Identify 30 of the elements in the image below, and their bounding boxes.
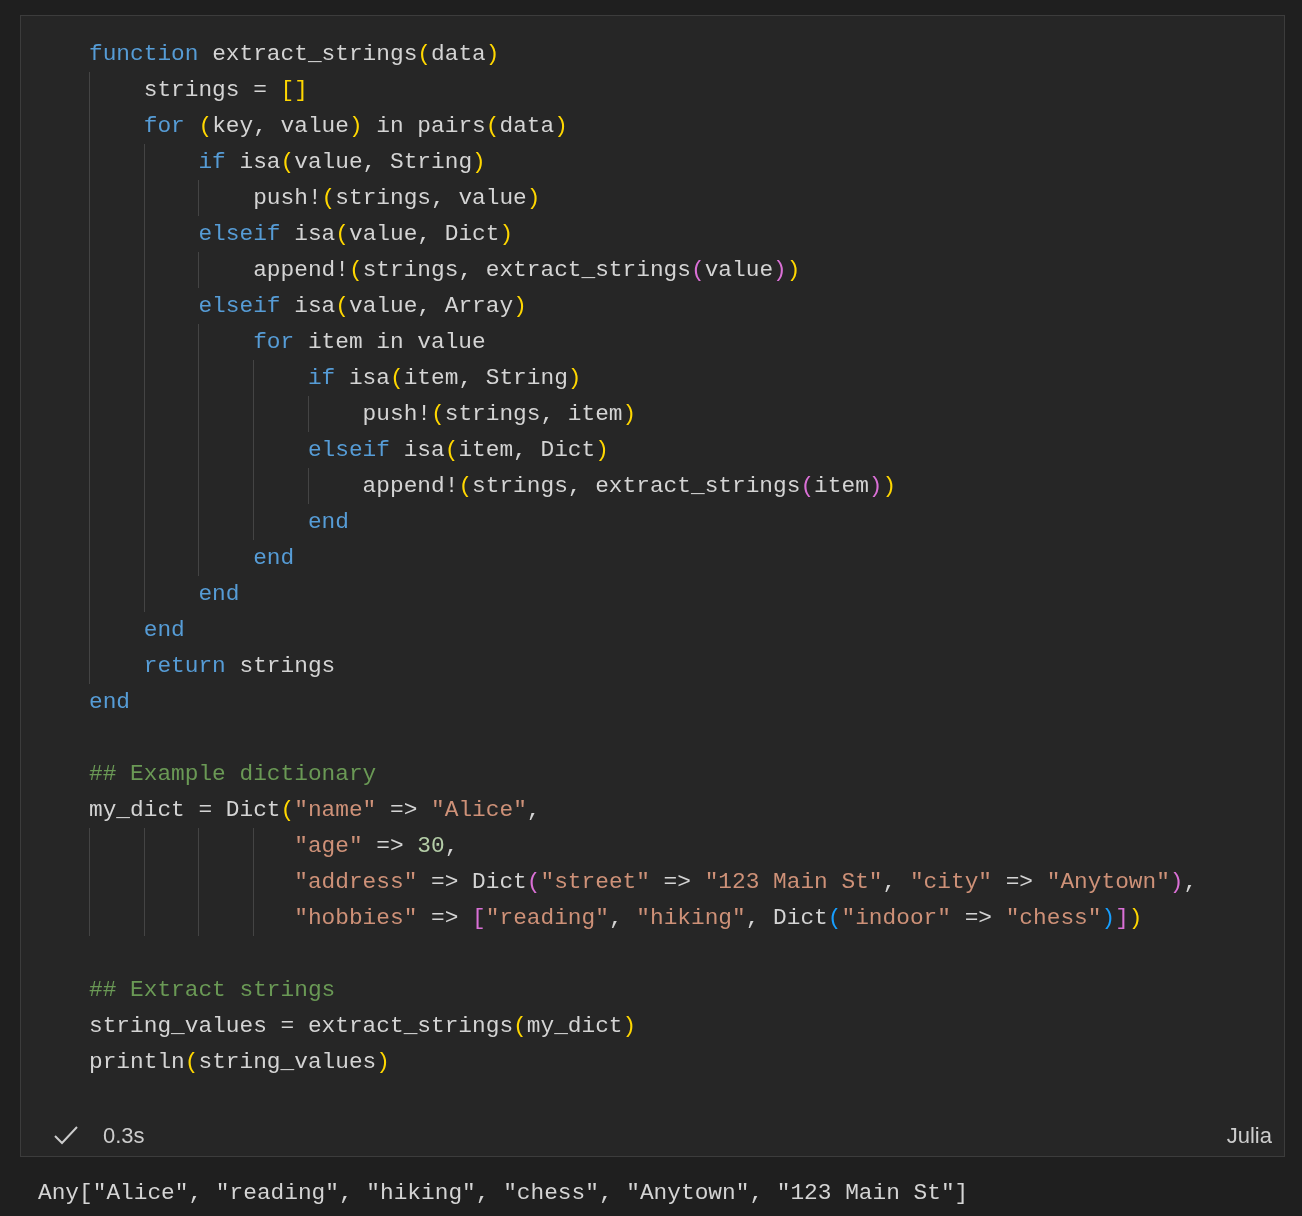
code-line: "hobbies" => ["reading", "hiking", Dict("indoor" => "chess")]) — [293, 905, 1143, 931]
code-line: append!(strings, extract_strings(value)) — [252, 257, 801, 283]
execution-time: 0.3s — [103, 1121, 145, 1150]
code-line: end — [306, 509, 349, 535]
code-line: if isa(item, String) — [306, 365, 582, 391]
code-line: strings = [] — [142, 77, 308, 103]
code-line: if isa(value, String) — [197, 149, 486, 175]
code-line: "age" => 30, — [293, 833, 459, 859]
code-line: elseif isa(value, Array) — [197, 293, 527, 319]
language-label[interactable]: Julia — [1226, 1118, 1272, 1152]
code-line: return strings — [142, 653, 336, 679]
code-line: push!(strings, item) — [361, 401, 637, 427]
code-line: end — [252, 545, 295, 571]
code-line: elseif isa(item, Dict) — [306, 437, 609, 463]
code-line: my_dict = Dict("name" => "Alice", — [89, 797, 541, 823]
code-line: ## Example dictionary — [89, 761, 377, 787]
code-line: elseif isa(value, Dict) — [197, 221, 514, 247]
code-line: end — [197, 581, 240, 607]
code-line: function extract_strings(data) — [89, 41, 500, 67]
code-line: ## Extract strings — [89, 977, 336, 1003]
code-line: push!(strings, value) — [252, 185, 541, 211]
code-line: append!(strings, extract_strings(item)) — [361, 473, 897, 499]
code-line: for item in value — [252, 329, 486, 355]
code-line: for (key, value) in pairs(data) — [142, 113, 568, 139]
code-line: end — [89, 689, 131, 715]
code-line: string_values = extract_strings(my_dict) — [89, 1013, 637, 1039]
code-line: "address" => Dict("street" => "123 Main St", "city" => "Anytown"), — [293, 869, 1198, 895]
code-line: println(string_values) — [89, 1049, 390, 1075]
code-line: end — [142, 617, 185, 643]
cell-output: Any["Alice", "reading", "hiking", "chess", "Anytown", "123 Main St"] — [38, 1180, 969, 1206]
